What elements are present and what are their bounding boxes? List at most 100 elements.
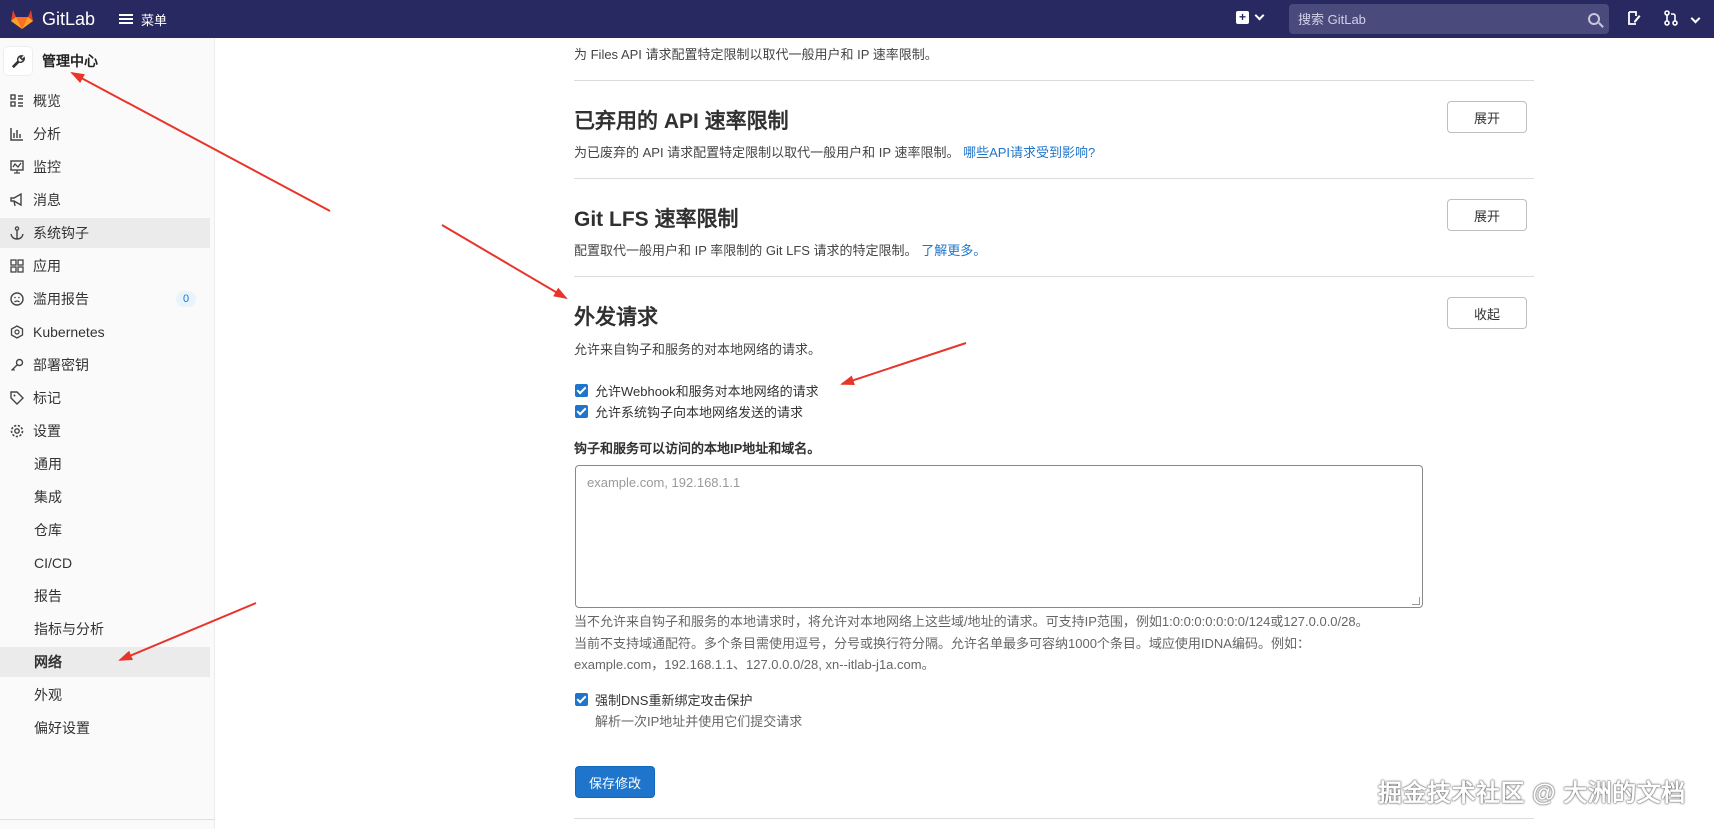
sidebar-item-messages[interactable]: 消息 bbox=[0, 185, 210, 215]
learn-more-link[interactable]: 了解更多。 bbox=[921, 243, 986, 258]
section-divider bbox=[574, 818, 1534, 819]
top-navbar: GitLab 菜单 + bbox=[0, 0, 1714, 38]
sidebar-item-settings[interactable]: 设置 bbox=[0, 416, 210, 446]
wrench-icon bbox=[4, 47, 32, 75]
sidebar-item-overview[interactable]: 概览 bbox=[0, 86, 210, 116]
sidebar-item-label: 监控 bbox=[33, 159, 61, 175]
git-lfs-description: 配置取代一般用户和 IP 率限制的 Git LFS 请求的特定限制。 了解更多。 bbox=[574, 240, 986, 259]
search-box[interactable] bbox=[1289, 4, 1609, 34]
applications-icon bbox=[10, 259, 24, 273]
label-icon bbox=[10, 391, 24, 405]
sidebar-item-kubernetes[interactable]: Kubernetes bbox=[0, 317, 210, 347]
sidebar-item-label: 应用 bbox=[33, 258, 61, 274]
sidebar-subitem-preferences[interactable]: 偏好设置 bbox=[0, 713, 210, 743]
sidebar-item-label: 概览 bbox=[33, 93, 61, 109]
sidebar-item-label: 指标与分析 bbox=[34, 621, 104, 637]
deprecated-expand-button[interactable]: 展开 bbox=[1447, 101, 1527, 133]
chevron-down-icon bbox=[1254, 10, 1265, 21]
sidebar-item-label: 网络 bbox=[34, 654, 62, 670]
sidebar-subitem-appearance[interactable]: 外观 bbox=[0, 680, 210, 710]
gitlab-logo[interactable]: GitLab bbox=[10, 8, 95, 30]
git-lfs-title: Git LFS 速率限制 bbox=[574, 208, 739, 231]
plus-square-icon: + bbox=[1236, 11, 1249, 24]
new-dropdown-button[interactable]: + bbox=[1236, 10, 1265, 24]
anchor-icon bbox=[10, 226, 24, 240]
checkbox-checked-icon[interactable] bbox=[575, 405, 588, 418]
sidebar-subitem-metrics[interactable]: 指标与分析 bbox=[0, 614, 210, 644]
sidebar-item-label: 系统钩子 bbox=[33, 225, 89, 241]
arrow-to-outbound-section bbox=[441, 224, 568, 300]
key-icon bbox=[10, 358, 24, 372]
deprecated-api-description: 为已废弃的 API 请求配置特定限制以取代一般用户和 IP 速率限制。 哪些AP… bbox=[574, 142, 1095, 161]
save-changes-button[interactable]: 保存修改 bbox=[575, 766, 655, 798]
monitor-icon bbox=[10, 160, 24, 174]
sidebar-item-label: Kubernetes bbox=[33, 324, 105, 340]
megaphone-icon bbox=[10, 193, 24, 207]
section-divider bbox=[574, 178, 1534, 179]
sidebar-divider bbox=[0, 819, 215, 820]
help-line: 当前不支持域通配符。多个条目需使用逗号，分号或换行符分隔。允许名单最多可容纳10… bbox=[574, 635, 1310, 651]
sidebar-item-label: 仓库 bbox=[34, 522, 62, 538]
outbound-requests-title: 外发请求 bbox=[574, 306, 658, 329]
sidebar-item-system-hooks[interactable]: 系统钩子 bbox=[0, 218, 210, 248]
sidebar-item-label: 集成 bbox=[34, 489, 62, 505]
analytics-icon bbox=[10, 127, 24, 141]
sidebar-item-label: 消息 bbox=[33, 192, 61, 208]
allowlist-field-label: 钩子和服务可以访问的本地IP地址和域名。 bbox=[574, 441, 821, 456]
help-line: example.com，192.168.1.1、127.0.0.0/28, xn… bbox=[574, 657, 935, 672]
sidebar-item-label: 分析 bbox=[33, 126, 61, 142]
sidebar-item-label: 标记 bbox=[33, 390, 61, 406]
app-name: GitLab bbox=[42, 8, 96, 29]
sidebar-subitem-integrations[interactable]: 集成 bbox=[0, 482, 210, 512]
sidebar-item-deploy-keys[interactable]: 部署密钥 bbox=[0, 350, 210, 380]
sidebar-item-label: 设置 bbox=[33, 423, 61, 439]
watermark-text: 掘金技术社区 @ 大洲的文档 bbox=[1378, 780, 1686, 807]
allow-system-hooks-local-checkbox[interactable]: 允许系统钩子向本地网络发送的请求 bbox=[575, 402, 803, 421]
merge-requests-icon[interactable] bbox=[1664, 10, 1682, 26]
chevron-down-icon[interactable] bbox=[1690, 13, 1701, 24]
outbound-requests-description: 允许来自钩子和服务的对本地网络的请求。 bbox=[574, 342, 822, 357]
admin-sidebar: 管理中心 概览 分析 监控 消息 系统钩子 应用 滥用报告 0 Kubernet… bbox=[0, 38, 215, 829]
git-lfs-desc-text: 配置取代一般用户和 IP 率限制的 Git LFS 请求的特定限制。 bbox=[574, 243, 918, 258]
sidebar-item-label: 报告 bbox=[34, 588, 62, 604]
sidebar-subitem-general[interactable]: 通用 bbox=[0, 449, 210, 479]
settings-icon bbox=[10, 424, 24, 438]
checkbox-label: 允许Webhook和服务对本地网络的请求 bbox=[595, 384, 819, 399]
sidebar-item-label: 外观 bbox=[34, 687, 62, 703]
dns-rebinding-checkbox[interactable]: 强制DNS重新绑定攻击保护 bbox=[575, 690, 752, 709]
deprecated-desc-text: 为已废弃的 API 请求配置特定限制以取代一般用户和 IP 速率限制。 bbox=[574, 145, 960, 160]
hamburger-icon bbox=[119, 14, 134, 24]
kubernetes-icon bbox=[10, 325, 24, 339]
sidebar-header[interactable]: 管理中心 bbox=[0, 46, 215, 76]
resize-handle-icon[interactable] bbox=[1412, 597, 1420, 605]
sidebar-item-monitoring[interactable]: 监控 bbox=[0, 152, 210, 182]
sidebar-subitem-network[interactable]: 网络 bbox=[0, 647, 210, 677]
sidebar-item-applications[interactable]: 应用 bbox=[0, 251, 210, 281]
allowlist-help-text: 当不允许来自钩子和服务的本地请求时，将允许对本地网络上这些域/地址的请求。可支持… bbox=[574, 611, 1434, 676]
sidebar-item-abuse-reports[interactable]: 滥用报告 0 bbox=[0, 284, 210, 314]
sidebar-item-labels[interactable]: 标记 bbox=[0, 383, 210, 413]
menu-button[interactable]: 菜单 bbox=[119, 10, 167, 29]
checkbox-label: 强制DNS重新绑定攻击保护 bbox=[595, 693, 753, 708]
sidebar-item-label: CI/CD bbox=[34, 555, 73, 571]
arrow-to-webhook-checkbox bbox=[840, 342, 967, 385]
sidebar-subitem-repository[interactable]: 仓库 bbox=[0, 515, 210, 545]
sidebar-subitem-reporting[interactable]: 报告 bbox=[0, 581, 210, 611]
local-allowlist-textarea[interactable]: example.com, 192.168.1.1 bbox=[575, 465, 1423, 608]
sidebar-item-analytics[interactable]: 分析 bbox=[0, 119, 210, 149]
affected-requests-link[interactable]: 哪些API请求受到影响? bbox=[963, 145, 1095, 160]
checkbox-checked-icon[interactable] bbox=[575, 693, 588, 706]
issues-icon[interactable] bbox=[1626, 10, 1642, 26]
git-lfs-expand-button[interactable]: 展开 bbox=[1447, 199, 1527, 231]
checkbox-label: 允许系统钩子向本地网络发送的请求 bbox=[595, 405, 804, 420]
allow-webhook-local-checkbox[interactable]: 允许Webhook和服务对本地网络的请求 bbox=[575, 381, 819, 400]
outbound-collapse-button[interactable]: 收起 bbox=[1447, 297, 1527, 329]
section-divider bbox=[574, 80, 1534, 81]
sidebar-item-label: 偏好设置 bbox=[34, 720, 90, 736]
checkbox-checked-icon[interactable] bbox=[575, 384, 588, 397]
sidebar-subitem-cicd[interactable]: CI/CD bbox=[0, 548, 210, 578]
abuse-report-icon bbox=[10, 292, 24, 306]
help-line: 当不允许来自钩子和服务的本地请求时，将允许对本地网络上这些域/地址的请求。可支持… bbox=[574, 614, 1369, 629]
sidebar-title: 管理中心 bbox=[42, 53, 98, 69]
search-input[interactable] bbox=[1298, 11, 1588, 27]
